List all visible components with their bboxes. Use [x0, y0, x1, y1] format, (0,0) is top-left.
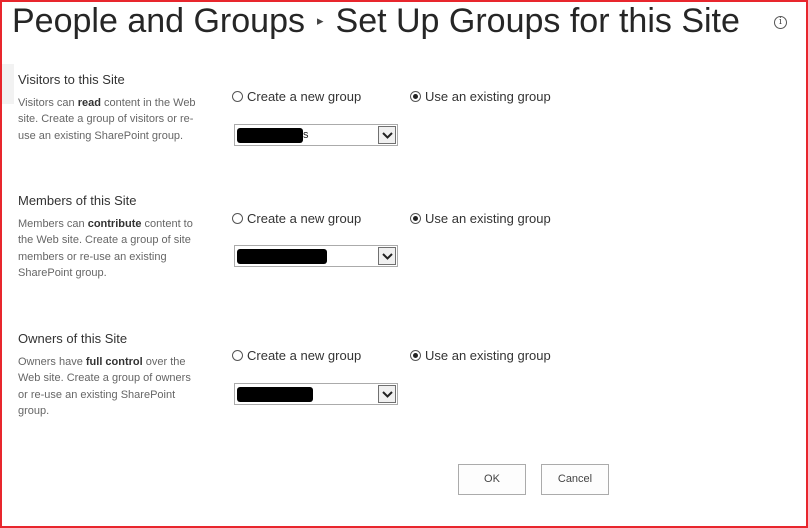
radio-unchecked-icon	[232, 91, 243, 102]
use-existing-group-radio[interactable]: Use an existing group	[410, 348, 551, 363]
radio-checked-icon	[410, 350, 421, 361]
chevron-down-icon[interactable]	[378, 247, 396, 265]
use-existing-group-radio[interactable]: Use an existing group	[410, 89, 551, 104]
existing-group-dropdown[interactable]: s	[234, 124, 398, 146]
redacted-text	[237, 249, 327, 264]
section-title: Owners of this Site	[18, 331, 128, 346]
section-description: Members can contribute content to the We…	[18, 218, 193, 279]
breadcrumb-separator-icon: ▸	[316, 13, 324, 29]
section-title: Members of this Site	[18, 193, 137, 208]
left-edge-shade	[2, 64, 14, 104]
ok-button[interactable]: OK	[458, 464, 526, 495]
existing-group-dropdown[interactable]	[234, 245, 398, 267]
redacted-text	[237, 128, 303, 143]
chevron-down-icon[interactable]	[378, 126, 396, 144]
radio-label: Use an existing group	[425, 89, 551, 104]
radio-checked-icon	[410, 91, 421, 102]
page-title-text: Set Up Groups for this Site	[335, 2, 740, 40]
radio-label: Use an existing group	[425, 348, 551, 363]
use-existing-group-radio[interactable]: Use an existing group	[410, 211, 551, 226]
radio-label: Create a new group	[247, 89, 362, 104]
radio-label: Create a new group	[247, 348, 362, 363]
section-description: Owners have full control over the Web si…	[18, 356, 191, 417]
radio-unchecked-icon	[232, 350, 243, 361]
existing-group-dropdown[interactable]	[234, 383, 398, 405]
chevron-down-icon[interactable]	[378, 385, 396, 403]
create-new-group-radio[interactable]: Create a new group	[232, 89, 361, 104]
page-title: People and Groups ▸ Set Up Groups for this…	[12, 0, 740, 44]
create-new-group-radio[interactable]: Create a new group	[232, 211, 361, 226]
dropdown-value: s	[303, 129, 309, 141]
redacted-text	[237, 387, 313, 402]
radio-label: Create a new group	[247, 211, 362, 226]
breadcrumb-parent-link[interactable]: People and Groups	[12, 2, 305, 40]
radio-checked-icon	[410, 213, 421, 224]
section-description: Visitors can read content in the Web sit…	[18, 97, 196, 142]
section-title: Visitors to this Site	[18, 72, 125, 87]
info-icon[interactable]: i	[774, 16, 787, 29]
create-new-group-radio[interactable]: Create a new group	[232, 348, 361, 363]
cancel-button[interactable]: Cancel	[541, 464, 609, 495]
radio-unchecked-icon	[232, 213, 243, 224]
radio-label: Use an existing group	[425, 211, 551, 226]
